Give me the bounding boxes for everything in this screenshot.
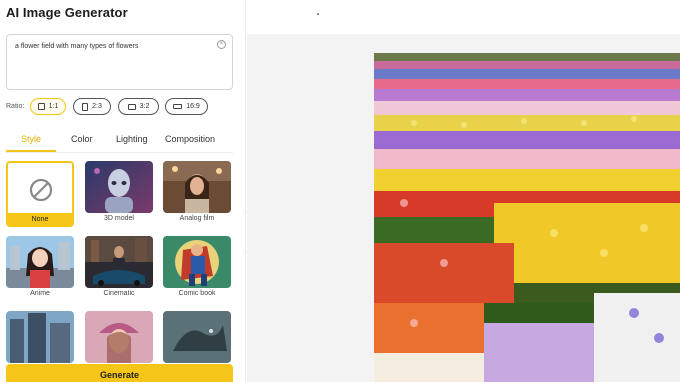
none-icon	[29, 178, 53, 202]
tab-composition[interactable]: Composition	[165, 134, 215, 144]
style-thumb	[6, 161, 74, 215]
prompt-input[interactable]: a flower field with many types of flower…	[6, 34, 233, 90]
tab-style[interactable]: Style	[21, 134, 41, 144]
ratio-option-label: 2:3	[92, 103, 102, 110]
app-title: AI Image Generator	[6, 5, 128, 20]
style-thumb	[163, 311, 231, 363]
close-circle-icon[interactable]: ×	[217, 40, 226, 49]
landscape-icon	[127, 103, 136, 110]
top-bar	[247, 0, 680, 34]
tabs-divider	[6, 152, 233, 153]
ratio-option-3-2[interactable]: 3:2	[118, 98, 159, 115]
style-label: None	[6, 213, 74, 227]
style-thumb	[85, 161, 153, 213]
prompt-text: a flower field with many types of flower…	[15, 43, 139, 50]
style-thumb	[85, 311, 153, 363]
style-thumb	[85, 236, 153, 288]
style-card-3d-model[interactable]: 3D model	[85, 161, 153, 228]
style-label: Analog film	[179, 215, 215, 222]
style-thumb	[163, 236, 231, 288]
style-thumb	[6, 311, 74, 363]
ratio-option-label: 16:9	[186, 103, 200, 110]
style-card-analog-film[interactable]: Analog film	[163, 161, 231, 228]
generate-button[interactable]: Generate	[6, 364, 233, 382]
square-icon	[37, 103, 45, 110]
tab-lighting[interactable]: Lighting	[116, 134, 148, 144]
style-thumb	[6, 236, 74, 288]
wide-icon	[173, 104, 183, 109]
dot-icon	[317, 13, 319, 15]
ratio-option-16-9[interactable]: 16:9	[165, 98, 208, 115]
style-card-anime[interactable]: Anime	[6, 236, 74, 303]
ratio-option-1-1[interactable]: 1:1	[30, 98, 66, 115]
portrait-icon	[82, 102, 89, 111]
generated-image[interactable]	[374, 53, 680, 382]
ratio-option-label: 3:2	[139, 103, 150, 110]
style-thumb	[163, 161, 231, 213]
style-label: 3D model	[104, 215, 134, 222]
left-panel: AI Image Generator a flower field with m…	[0, 0, 246, 382]
style-label: Cinematic	[103, 290, 135, 297]
style-card-cinematic[interactable]: Cinematic	[85, 236, 153, 303]
tab-color[interactable]: Color	[71, 134, 93, 144]
ratio-option-2-3[interactable]: 2:3	[73, 98, 111, 115]
style-card-none[interactable]: None	[6, 161, 74, 228]
ratio-option-label: 1:1	[48, 103, 59, 110]
ratio-label: Ratio:	[6, 103, 25, 110]
style-label: Comic book	[178, 290, 216, 297]
style-label: Anime	[30, 290, 50, 297]
style-card-comic-book[interactable]: Comic book	[163, 236, 231, 303]
